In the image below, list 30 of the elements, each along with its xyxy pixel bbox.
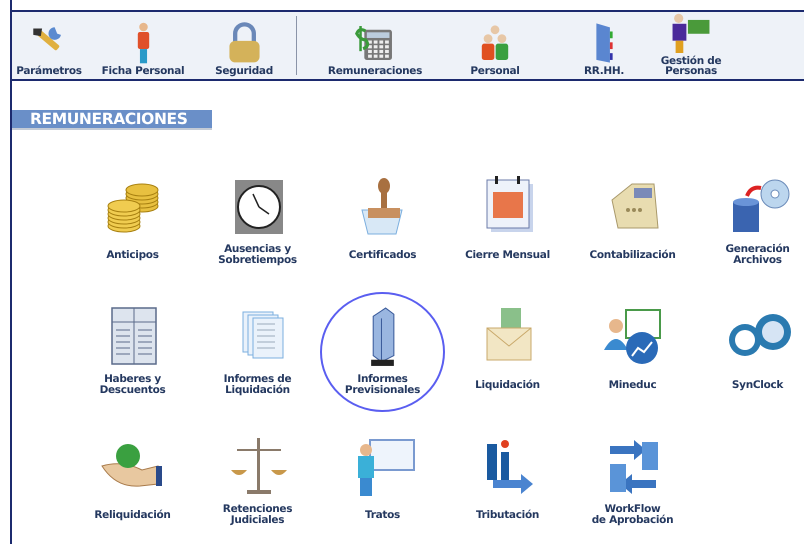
module-button[interactable]: Mineduc (570, 292, 695, 422)
toolbar-button[interactable]: RR.HH. (549, 12, 659, 79)
module-button[interactable]: WorkFlow de Aprobación (570, 422, 695, 544)
module-button[interactable]: Anticipos (70, 162, 195, 292)
module-button[interactable]: Certificados (320, 162, 445, 292)
folder-icon (594, 22, 614, 64)
toolbar-button[interactable]: Gestión de Personas (659, 12, 723, 79)
module-button[interactable]: Haberes y Descuentos (70, 292, 195, 422)
building-icon (369, 306, 396, 368)
person-icon (136, 22, 150, 64)
module-button[interactable]: Tributación (445, 422, 570, 544)
module-button[interactable]: Reliquidación (70, 422, 195, 544)
toolbar-button[interactable]: Personal (441, 12, 549, 79)
toolbar-button[interactable]: Seguridad (200, 12, 288, 79)
toolbar-button[interactable]: Remuneraciones (309, 12, 441, 79)
module-button[interactable]: Retenciones Judiciales (195, 422, 320, 544)
toolbar-button[interactable]: Ficha Personal (86, 12, 200, 79)
module-button[interactable]: Cierre Mensual (445, 162, 570, 292)
section-title: REMUNERACIONES (12, 110, 212, 130)
people-icon (671, 12, 711, 54)
module-button[interactable]: Informes Previsionales (320, 292, 445, 422)
toolbar-button[interactable]: Parámetros (12, 12, 86, 79)
module-button[interactable]: Liquidación (445, 292, 570, 422)
module-button[interactable]: Informes de Liquidación (195, 292, 320, 422)
module-button[interactable]: Generación Archivos (695, 162, 804, 292)
padlock-icon (228, 22, 260, 64)
module-button[interactable]: SynClock (695, 292, 804, 422)
module-button[interactable]: Contabilización (570, 162, 695, 292)
module-button[interactable]: Ausencias y Sobretiempos (195, 162, 320, 292)
module-button[interactable]: Tratos (320, 422, 445, 544)
